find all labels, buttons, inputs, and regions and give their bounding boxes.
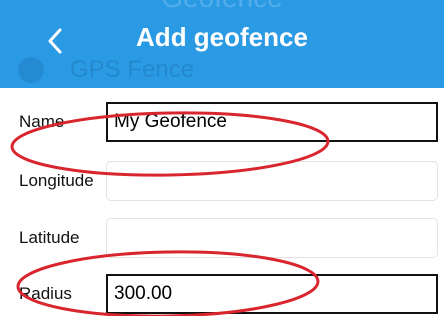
background-screen-title: Geofence <box>0 0 444 14</box>
radius-row: Radius <box>0 274 444 314</box>
longitude-label: Longitude <box>19 171 94 190</box>
page-title: Add geofence <box>136 22 308 52</box>
latitude-field[interactable] <box>106 218 438 258</box>
geofence-form: Name Longitude Latitude Radius <box>0 88 444 316</box>
name-label: Name <box>19 112 65 131</box>
header-bar: Geofence GPS Fence Add geofence <box>0 0 444 88</box>
latitude-label: Latitude <box>19 228 80 247</box>
background-item-label: GPS Fence <box>70 56 195 83</box>
name-row: Name <box>0 102 444 142</box>
longitude-field[interactable] <box>106 161 438 201</box>
latitude-row: Latitude <box>0 218 444 258</box>
name-field[interactable] <box>106 102 438 142</box>
radius-field[interactable] <box>106 274 438 314</box>
longitude-row: Longitude <box>0 161 444 201</box>
radius-label: Radius <box>19 284 72 303</box>
